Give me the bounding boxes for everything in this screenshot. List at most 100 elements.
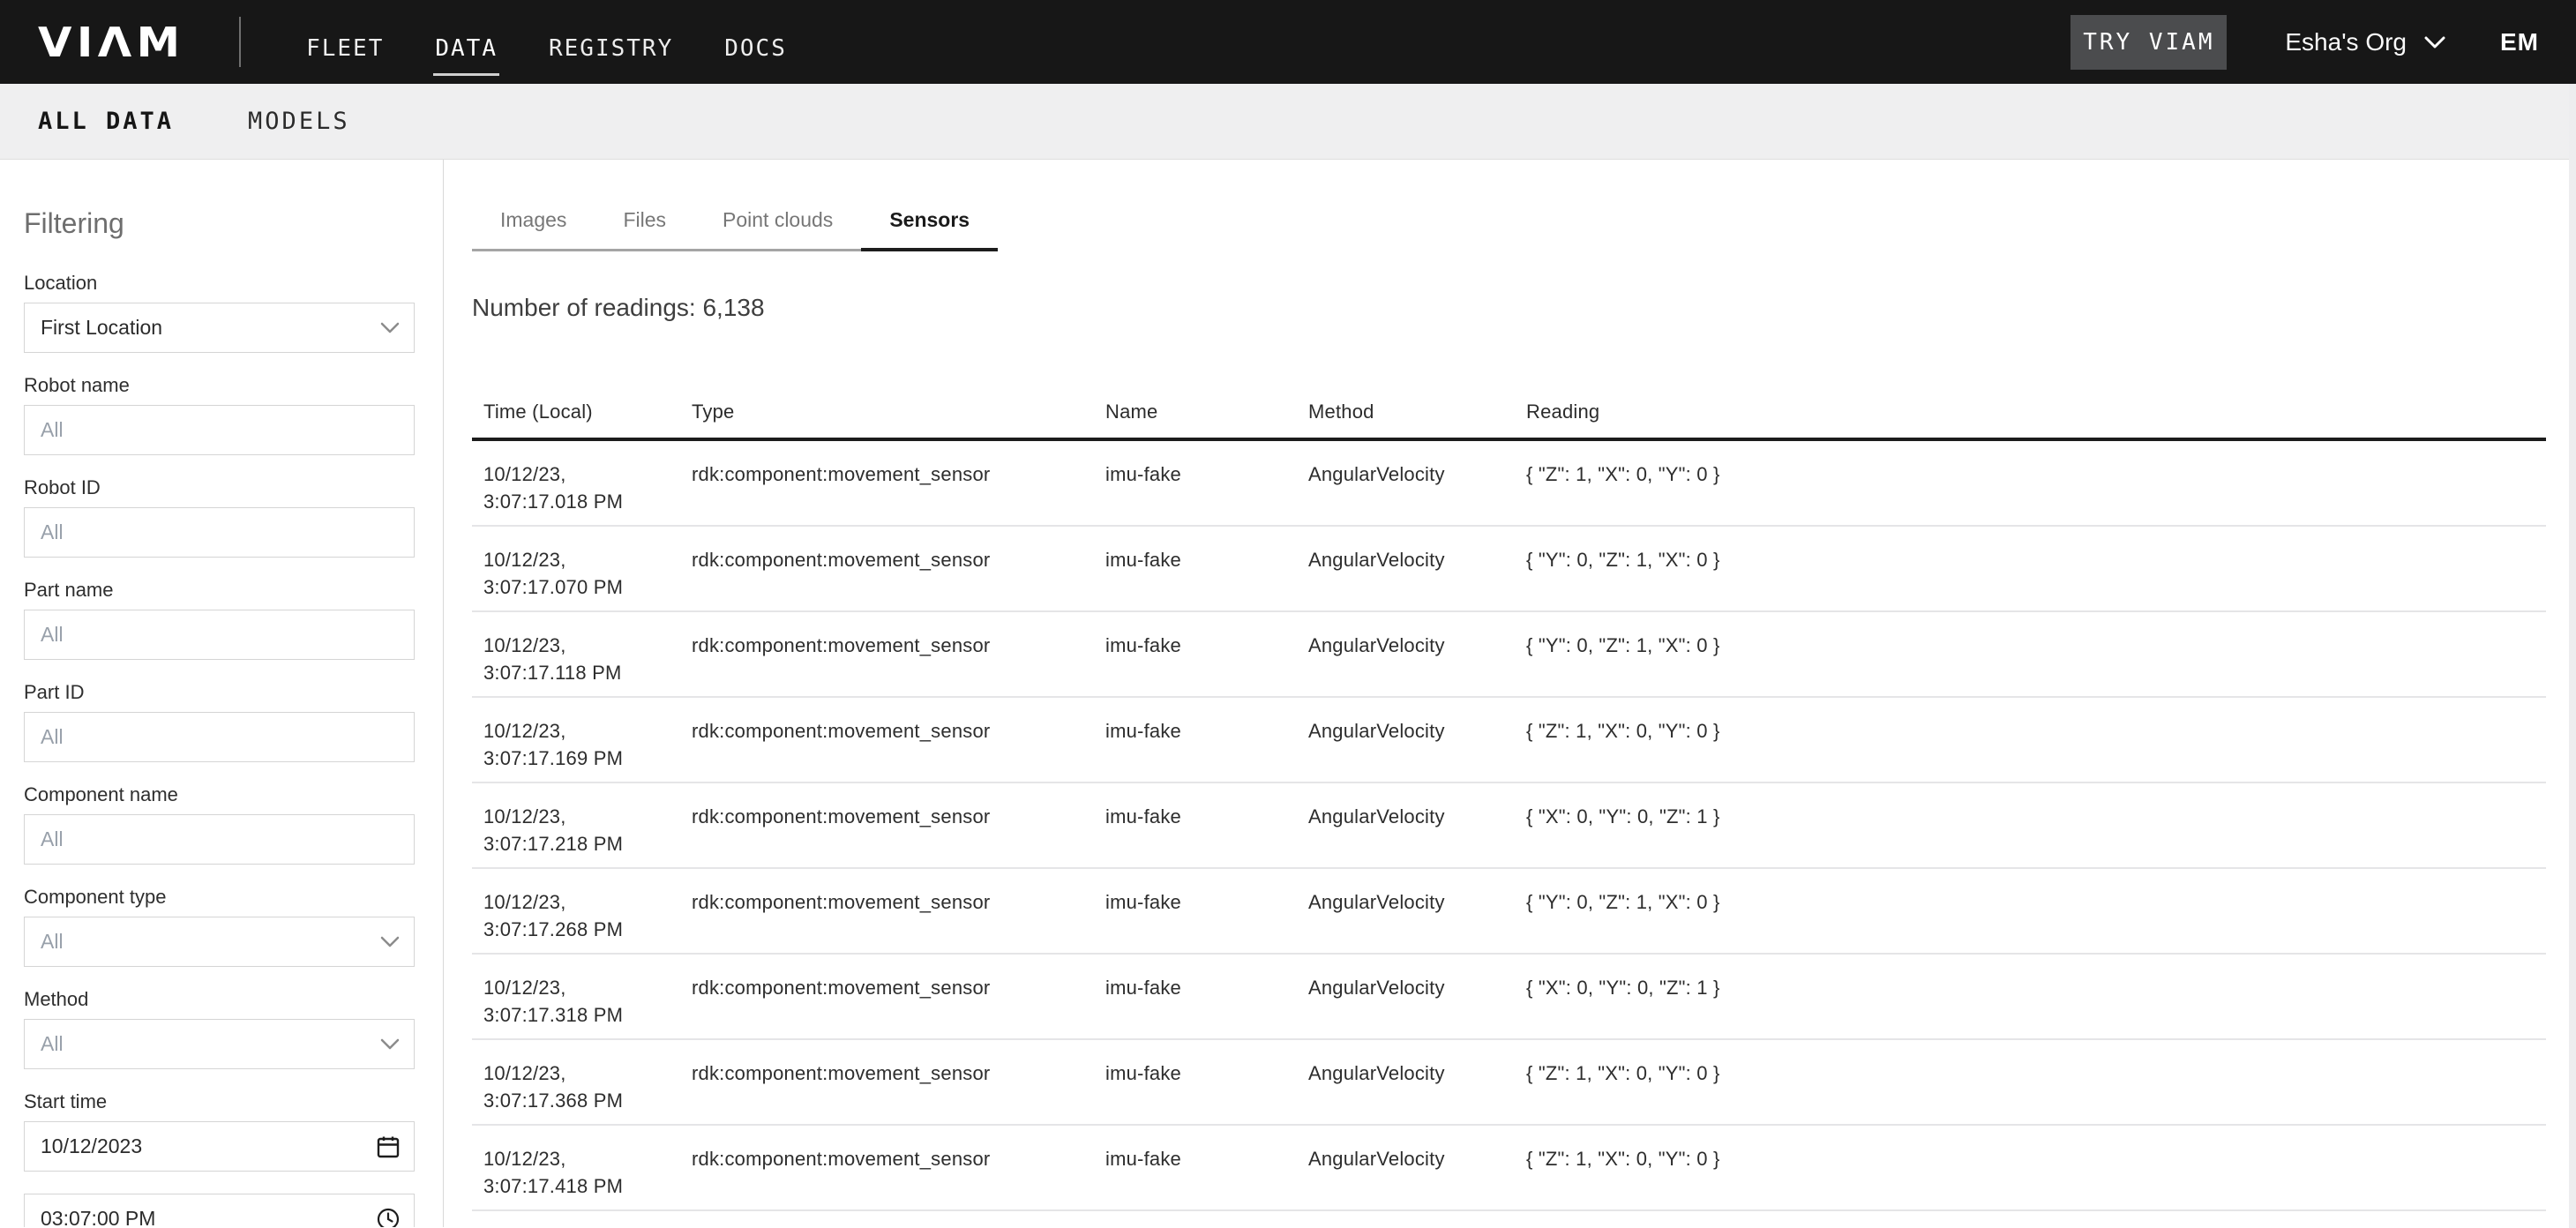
cell-date: 10/12/23, bbox=[483, 632, 692, 659]
cell-type: rdk:component:movement_sensor bbox=[692, 1145, 1105, 1200]
cell-reading: { "Z": 1, "X": 0, "Y": 0 } bbox=[1526, 717, 2546, 772]
filter-field: Component name bbox=[24, 784, 415, 865]
cell-method: AngularVelocity bbox=[1308, 460, 1526, 515]
clock-icon bbox=[377, 1208, 400, 1228]
cell-time: 3:07:17.018 PM bbox=[483, 488, 692, 515]
cell-date: 10/12/23, bbox=[483, 1145, 692, 1172]
part-id-input-field[interactable] bbox=[41, 725, 400, 749]
chevron-down-icon bbox=[380, 936, 400, 947]
tab-files[interactable]: Files bbox=[595, 195, 694, 251]
part-name-input[interactable] bbox=[24, 610, 415, 660]
org-switcher[interactable]: Esha's Org bbox=[2285, 28, 2445, 56]
component-name-input-field[interactable] bbox=[41, 827, 400, 851]
location-value: First Location bbox=[41, 316, 380, 340]
cell-date: 10/12/23, bbox=[483, 974, 692, 1001]
cell-type: rdk:component:movement_sensor bbox=[692, 717, 1105, 772]
tab-all-data[interactable]: ALL DATA bbox=[38, 108, 174, 135]
column-header-time: Time (Local) bbox=[472, 400, 692, 424]
chevron-down-icon bbox=[380, 322, 400, 333]
field-label: Robot ID bbox=[24, 477, 415, 498]
nav-item-docs[interactable]: DOCS bbox=[723, 8, 789, 77]
cell-reading: { "Y": 0, "Z": 1, "X": 0 } bbox=[1526, 546, 2546, 601]
filter-field: Robot ID bbox=[24, 477, 415, 558]
table-row[interactable]: 10/12/23, 3:07:17.318 PM rdk:component:m… bbox=[472, 955, 2546, 1040]
part-name-input-field[interactable] bbox=[41, 623, 400, 647]
field-label: Start time bbox=[24, 1091, 415, 1112]
main-content: Images Files Point clouds Sensors Number… bbox=[444, 160, 2576, 1227]
tab-images[interactable]: Images bbox=[472, 195, 595, 251]
cell-name: imu-fake bbox=[1105, 717, 1308, 772]
cell-reading: { "Z": 1, "X": 0, "Y": 0 } bbox=[1526, 1060, 2546, 1114]
field-label: Component type bbox=[24, 887, 415, 908]
data-type-tabs: Images Files Point clouds Sensors bbox=[472, 195, 998, 251]
cell-type: rdk:component:movement_sensor bbox=[692, 1060, 1105, 1114]
field-label: Part name bbox=[24, 580, 415, 601]
cell-name: imu-fake bbox=[1105, 888, 1308, 943]
readings-count: Number of readings: 6,138 bbox=[472, 292, 2546, 324]
table-row[interactable]: 10/12/23, 3:07:17.268 PM rdk:component:m… bbox=[472, 869, 2546, 955]
robot-name-input[interactable] bbox=[24, 405, 415, 455]
start-time-date-field[interactable]: 10/12/2023 bbox=[24, 1121, 415, 1172]
primary-nav: FLEET DATA REGISTRY DOCS bbox=[304, 8, 789, 77]
robot-id-input[interactable] bbox=[24, 507, 415, 558]
table-row[interactable]: 10/12/23, 3:07:17.118 PM rdk:component:m… bbox=[472, 612, 2546, 698]
cell-name: imu-fake bbox=[1105, 546, 1308, 601]
table-row[interactable]: 10/12/23, 3:07:17.368 PM rdk:component:m… bbox=[472, 1040, 2546, 1126]
page-scrollbar[interactable] bbox=[2569, 84, 2576, 1228]
method-value: All bbox=[41, 1032, 380, 1056]
nav-divider bbox=[239, 17, 241, 67]
cell-reading: { "Y": 0, "Z": 1, "X": 0 } bbox=[1526, 632, 2546, 686]
tab-point-clouds[interactable]: Point clouds bbox=[694, 195, 861, 251]
filter-title: Filtering bbox=[24, 206, 415, 241]
cell-time: 3:07:17.318 PM bbox=[483, 1001, 692, 1029]
filter-field: Method All bbox=[24, 989, 415, 1069]
cell-date: 10/12/23, bbox=[483, 546, 692, 573]
field-label: Location bbox=[24, 273, 415, 294]
cell-method: AngularVelocity bbox=[1308, 717, 1526, 772]
table-row[interactable]: 10/12/23, 3:07:17.169 PM rdk:component:m… bbox=[472, 698, 2546, 783]
robot-name-input-field[interactable] bbox=[41, 418, 400, 442]
cell-type: rdk:component:movement_sensor bbox=[692, 546, 1105, 601]
sensor-readings-table: Time (Local) Type Name Method Reading 10… bbox=[472, 373, 2546, 1211]
try-viam-button[interactable]: TRY VIAM bbox=[2071, 15, 2227, 70]
cell-type: rdk:component:movement_sensor bbox=[692, 460, 1105, 515]
table-row[interactable]: 10/12/23, 3:07:17.218 PM rdk:component:m… bbox=[472, 783, 2546, 869]
cell-type: rdk:component:movement_sensor bbox=[692, 888, 1105, 943]
table-row[interactable]: 10/12/23, 3:07:17.018 PM rdk:component:m… bbox=[472, 441, 2546, 527]
filter-field: 03:07:00 PM bbox=[24, 1194, 415, 1227]
component-type-value: All bbox=[41, 930, 380, 954]
cell-time: 3:07:17.268 PM bbox=[483, 916, 692, 943]
viam-logo[interactable]: VIΛM bbox=[38, 22, 184, 63]
cell-date: 10/12/23, bbox=[483, 888, 692, 916]
nav-item-data[interactable]: DATA bbox=[433, 8, 499, 77]
cell-method: AngularVelocity bbox=[1308, 888, 1526, 943]
cell-name: imu-fake bbox=[1105, 460, 1308, 515]
filter-field: Location First Location bbox=[24, 273, 415, 353]
nav-item-registry[interactable]: REGISTRY bbox=[547, 8, 675, 77]
nav-item-fleet[interactable]: FLEET bbox=[304, 8, 386, 77]
cell-name: imu-fake bbox=[1105, 1060, 1308, 1114]
table-row[interactable]: 10/12/23, 3:07:17.070 PM rdk:component:m… bbox=[472, 527, 2546, 612]
avatar[interactable]: EM bbox=[2500, 28, 2539, 56]
table-row[interactable]: 10/12/23, 3:07:17.418 PM rdk:component:m… bbox=[472, 1126, 2546, 1211]
table-body: 10/12/23, 3:07:17.018 PM rdk:component:m… bbox=[472, 441, 2546, 1211]
org-name: Esha's Org bbox=[2285, 28, 2407, 56]
cell-time: 3:07:17.218 PM bbox=[483, 830, 692, 857]
cell-method: AngularVelocity bbox=[1308, 974, 1526, 1029]
cell-name: imu-fake bbox=[1105, 974, 1308, 1029]
robot-id-input-field[interactable] bbox=[41, 520, 400, 544]
location-select-field[interactable]: First Location bbox=[24, 303, 415, 353]
cell-type: rdk:component:movement_sensor bbox=[692, 632, 1105, 686]
component-type-select-field[interactable]: All bbox=[24, 917, 415, 967]
component-name-input[interactable] bbox=[24, 814, 415, 865]
tab-models[interactable]: MODELS bbox=[248, 108, 350, 135]
part-id-input[interactable] bbox=[24, 712, 415, 762]
method-select-field[interactable]: All bbox=[24, 1019, 415, 1069]
field-label: Method bbox=[24, 989, 415, 1010]
calendar-icon bbox=[377, 1135, 400, 1158]
field-label: Part ID bbox=[24, 682, 415, 703]
tab-sensors[interactable]: Sensors bbox=[861, 195, 998, 251]
cell-date: 10/12/23, bbox=[483, 717, 692, 745]
cell-reading: { "Z": 1, "X": 0, "Y": 0 } bbox=[1526, 460, 2546, 515]
end-time-time-field[interactable]: 03:07:00 PM bbox=[24, 1194, 415, 1227]
